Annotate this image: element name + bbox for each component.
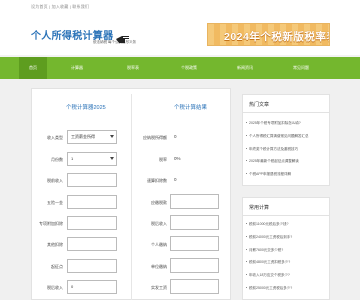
result-label-rate: 税率 [159,157,167,162]
main-navbar: 首页 计算器 税率表 个税政策 新闻资讯 常见问题 [0,57,360,79]
result-value-rate: 0% [174,156,181,161]
result-value-taxable-income: 0 [174,134,177,139]
result-value-quick-deduction: 0 [174,177,177,182]
nav-item-calculator[interactable]: 计算器 [63,57,91,79]
result-label-employer: 单位缴纳 [151,264,167,269]
pretax-input[interactable] [67,173,117,187]
list-item[interactable]: 2025年个税专项附加扣除怎么填? [246,121,301,126]
field-label-threshold: 起征点 [51,264,63,269]
list-item[interactable]: 年终奖个税计算方法及避税技巧 [246,147,298,152]
insurance-input[interactable] [67,195,117,209]
result-label-quick-deduction: 速算扣除数 [147,178,167,183]
chevron-down-icon [110,157,114,160]
result-box-aftertax [170,215,219,230]
nav-item-tax-table[interactable]: 税率表 [119,57,147,79]
months-select[interactable]: 1 [67,152,117,166]
common-calcs-divider [243,215,329,216]
list-item[interactable]: 月薪7600元交多少税? [245,248,283,253]
result-label-personal: 个人缴纳 [151,242,167,247]
income-type-value: 工资薪金所得 [71,134,95,139]
list-item[interactable]: 个人所得税汇算清缴常见问题解答汇总 [246,134,309,139]
result-box-employer [170,258,219,273]
result-label-aftertax: 税后收入 [151,221,167,226]
field-label-insurance: 五险一金 [47,200,63,205]
nav-item-faq[interactable]: 常见问题 [287,57,315,79]
result-label-taxable-income: 应纳税所得额 [143,135,167,140]
list-item[interactable]: 税前4800元工资扣税多少? [245,260,290,265]
hot-articles-title: 热门文章 [249,102,270,108]
other-deduction-input[interactable] [67,237,117,251]
months-value: 1 [71,156,74,161]
result-box-personal [170,236,219,251]
nav-item-home[interactable]: 首页 [19,57,47,79]
list-item[interactable]: 个税APP申报退税流程详解 [245,172,291,177]
field-label-income-type: 收入类型 [47,135,63,140]
income-type-select[interactable]: 工资薪金所得 [67,130,117,144]
top-bar: 设为首页 | 加入收藏 | 联系我们 [0,0,360,14]
hand-pointer-icon [116,36,129,43]
result-label-tax-due: 应缴税款 [151,200,167,205]
list-item[interactable]: 税前11000元税后多少钱? [245,222,288,227]
list-item[interactable]: 税前25000元工资税后多少? [245,286,292,291]
column-divider [131,94,132,300]
banner-text: 2024年个税新版税率表 [224,31,330,43]
hot-articles-divider [243,112,329,113]
result-title: 个税计算结果 [174,105,208,111]
special-deduction-input[interactable] [67,216,117,230]
aftertax-input[interactable]: 0 [67,280,117,294]
calculator-title: 个税计算器2025 [66,105,106,111]
list-item[interactable]: 税前24000元工资税后到手? [245,235,292,240]
field-label-months: 月份数 [51,157,63,162]
result-box-tax-due [170,194,219,209]
nav-item-news[interactable]: 新闻资讯 [231,57,259,79]
field-label-special-deduction: 专项附加扣除 [39,221,63,226]
chevron-down-icon [110,135,114,138]
list-item[interactable]: 2025年最新个税起征点调整解读 [246,159,299,164]
list-item[interactable]: 年收入18万应交个税多少? [246,273,290,278]
top-links[interactable]: 设为首页 | 加入收藏 | 联系我们 [31,4,89,10]
threshold-input[interactable] [67,259,117,273]
common-calcs-title: 常用计算 [249,205,270,211]
field-label-pretax: 税前收入 [47,178,63,183]
result-box-net-pay [170,279,219,294]
field-label-other-deduction: 其他扣除 [47,242,63,247]
tax-table-banner[interactable]: 2024年个税新版税率表 [207,23,330,46]
field-label-aftertax: 税后收入 [47,285,63,290]
nav-item-policy[interactable]: 个税政策 [175,57,203,79]
result-label-net-pay: 实发工资 [151,285,167,290]
